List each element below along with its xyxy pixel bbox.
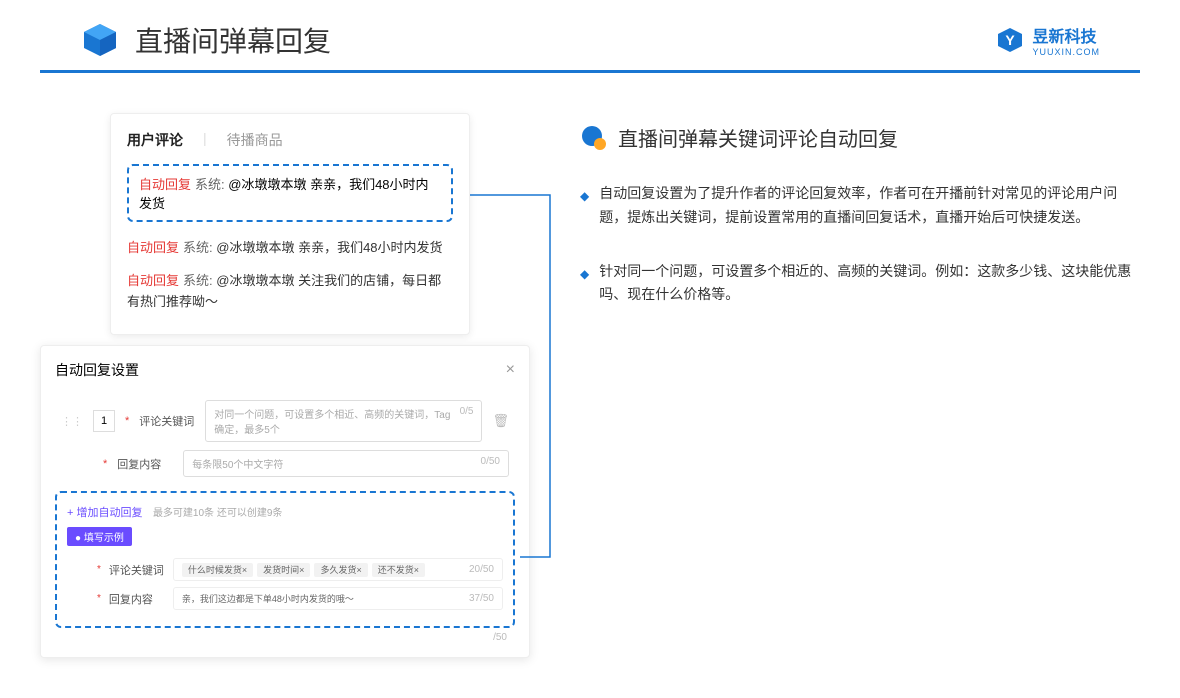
comment-row: 自动回复系统: @冰墩墩本墩 亲亲，我们48小时内发货: [127, 232, 453, 265]
example-keyword-input[interactable]: 什么时候发货× 发货时间× 多久发货× 还不发货× 20/50: [173, 558, 503, 581]
reply-input[interactable]: 每条限50个中文字符 0/50: [183, 450, 509, 477]
keyword-chip[interactable]: 多久发货×: [314, 563, 367, 577]
required-star: *: [97, 593, 101, 604]
cube-icon: [80, 20, 120, 60]
logo-subtitle: YUUXIN.COM: [1032, 47, 1100, 57]
auto-reply-tag: 自动回复: [139, 177, 191, 192]
svg-text:Y: Y: [1006, 32, 1016, 48]
delete-icon[interactable]: 🗑: [492, 413, 509, 429]
system-label: 系统:: [195, 177, 225, 192]
example-reply-input[interactable]: 亲，我们这边都是下单48小时内发货的哦～ 37/50: [173, 587, 503, 610]
keyword-chip[interactable]: 还不发货×: [372, 563, 425, 577]
system-label: 系统:: [183, 273, 213, 288]
placeholder-text: 每条限50个中文字符: [192, 456, 283, 471]
placeholder-text: 对同一个问题，可设置多个相近、高频的关键词，Tag确定，最多5个: [214, 406, 459, 436]
logo-text: 昱新科技: [1032, 23, 1100, 47]
screenshot-panel: 用户评论 | 待播商品 自动回复系统: @冰墩墩本墩 亲亲，我们48小时内发货 …: [40, 113, 540, 658]
diamond-icon: ◆: [580, 186, 589, 230]
bullet-point: ◆ 自动回复设置为了提升作者的评论回复效率，作者可在开播前针对常见的评论用户问题…: [580, 182, 1140, 230]
settings-title: 自动回复设置: [55, 360, 139, 380]
tab-user-comments[interactable]: 用户评论: [127, 130, 183, 150]
comment-text: @冰墩墩本墩 亲亲，我们48小时内发货: [216, 240, 442, 255]
outer-counter: /50: [55, 628, 515, 643]
diamond-icon: ◆: [580, 264, 589, 308]
item-number: 1: [93, 410, 115, 432]
tab-pending-products[interactable]: 待播商品: [227, 130, 283, 150]
reply-label: 回复内容: [117, 456, 173, 472]
example-reply-text: 亲，我们这边都是下单48小时内发货的哦～: [182, 592, 354, 605]
chat-bubble-icon: [580, 124, 608, 152]
keyword-input[interactable]: 对同一个问题，可设置多个相近、高频的关键词，Tag确定，最多5个 0/5: [205, 400, 482, 442]
example-badge: ● 填写示例: [67, 527, 132, 546]
keyword-chip[interactable]: 什么时候发货×: [182, 563, 253, 577]
char-counter: 0/50: [481, 456, 500, 471]
brand-logo: Y 昱新科技 YUUXIN.COM: [996, 23, 1100, 57]
char-counter: 0/5: [460, 406, 474, 436]
auto-reply-tag: 自动回复: [127, 240, 179, 255]
section-heading: 直播间弹幕关键词评论自动回复: [618, 123, 898, 152]
system-label: 系统:: [183, 240, 213, 255]
settings-card: 自动回复设置 × ⋮⋮ 1 * 评论关键词 对同一个问题，可设置多个相近、高频的…: [40, 345, 530, 658]
example-section: + 增加自动回复 最多可建10条 还可以创建9条 ● 填写示例 * 评论关键词 …: [55, 491, 515, 628]
keyword-chip[interactable]: 发货时间×: [257, 563, 310, 577]
logo-icon: Y: [996, 26, 1024, 54]
keyword-label: 评论关键词: [139, 413, 195, 429]
description-panel: 直播间弹幕关键词评论自动回复 ◆ 自动回复设置为了提升作者的评论回复效率，作者可…: [580, 113, 1140, 658]
page-title: 直播间弹幕回复: [135, 20, 996, 60]
drag-handle-icon[interactable]: ⋮⋮: [61, 415, 83, 428]
char-counter: 20/50: [469, 564, 494, 575]
highlighted-comment: 自动回复系统: @冰墩墩本墩 亲亲，我们48小时内发货: [127, 164, 453, 222]
char-counter: 37/50: [469, 593, 494, 604]
add-reply-hint: 最多可建10条 还可以创建9条: [153, 508, 282, 519]
required-star: *: [103, 458, 107, 470]
bullet-text: 自动回复设置为了提升作者的评论回复效率，作者可在开播前针对常见的评论用户问题，提…: [599, 182, 1140, 230]
bullet-point: ◆ 针对同一个问题，可设置多个相近的、高频的关键词。例如：这款多少钱、这块能优惠…: [580, 260, 1140, 308]
comment-row: 自动回复系统: @冰墩墩本墩 关注我们的店铺，每日都有热门推荐呦～: [127, 265, 453, 319]
comment-card: 用户评论 | 待播商品 自动回复系统: @冰墩墩本墩 亲亲，我们48小时内发货 …: [110, 113, 470, 335]
required-star: *: [125, 415, 129, 427]
required-star: *: [97, 564, 101, 575]
tab-divider: |: [203, 130, 207, 150]
bullet-text: 针对同一个问题，可设置多个相近的、高频的关键词。例如：这款多少钱、这块能优惠吗、…: [599, 260, 1140, 308]
example-keyword-label: 评论关键词: [109, 562, 165, 578]
auto-reply-tag: 自动回复: [127, 273, 179, 288]
add-reply-link[interactable]: + 增加自动回复: [67, 507, 142, 519]
close-icon[interactable]: ×: [506, 361, 515, 379]
example-reply-label: 回复内容: [109, 591, 165, 607]
